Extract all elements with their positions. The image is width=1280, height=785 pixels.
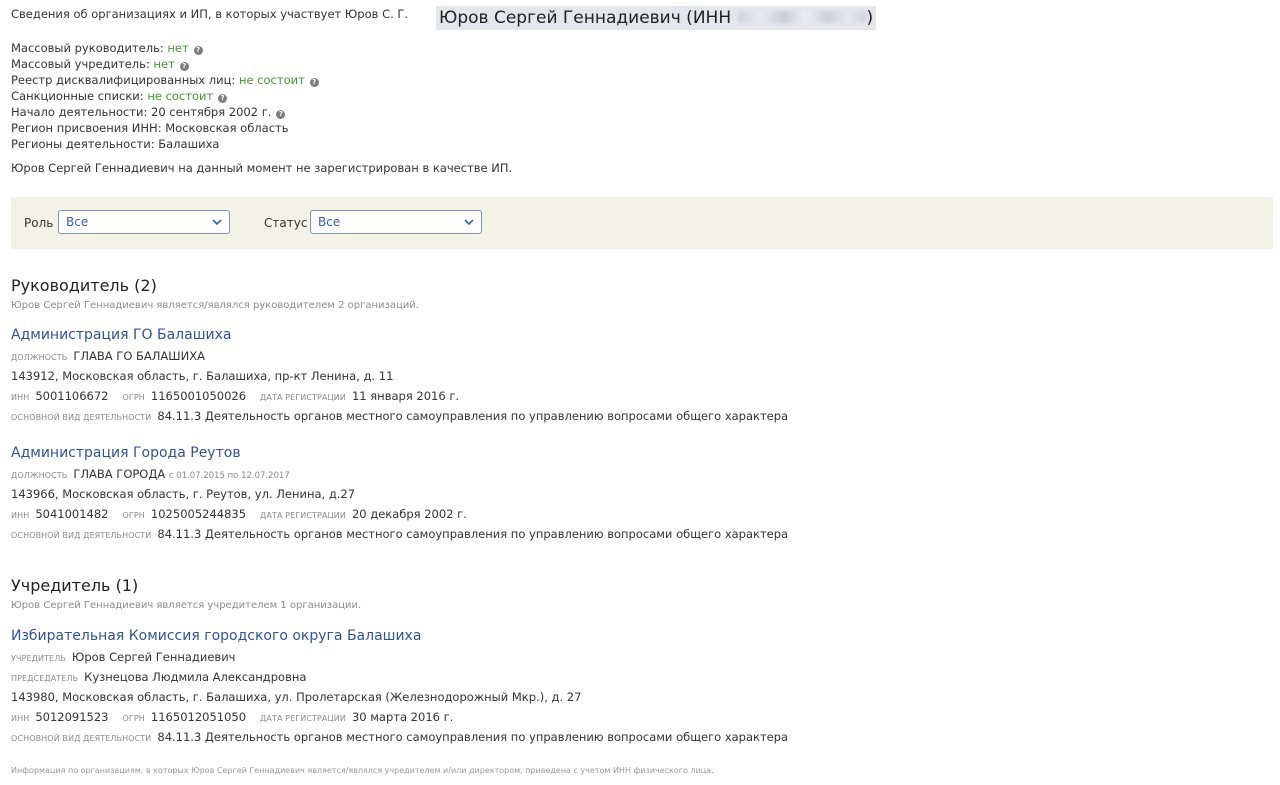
inn-value: 5001106672 bbox=[35, 389, 109, 403]
org-address: 143966, Московская область, г. Реутов, у… bbox=[11, 487, 356, 501]
role-filter-label: Роль bbox=[24, 216, 54, 230]
chair-label: председатель bbox=[11, 674, 79, 683]
reg-date-label: дата регистрации bbox=[260, 714, 346, 723]
section-subtitle-founder: Юров Сергей Геннадиевич является учредит… bbox=[11, 600, 362, 611]
org-address: 143912, Московская область, г. Балашиха,… bbox=[11, 369, 394, 383]
activity-label: основной вид деятельности bbox=[11, 413, 152, 422]
org-founder-row: учредитель Юров Сергей Геннадиевич bbox=[11, 647, 1011, 667]
fact-mass-founder: Массовый учредитель: нет? bbox=[11, 56, 319, 72]
person-title: Юров Сергей Геннадиевич (ИНН ) bbox=[436, 6, 877, 30]
ogrn-value: 1025005244835 bbox=[150, 507, 247, 521]
section-subtitle-head: Юров Сергей Геннадиевич является/являлся… bbox=[11, 300, 419, 311]
fact-label: Массовый учредитель: bbox=[11, 57, 154, 71]
org-activity-row: основной вид деятельности 84.11.3 Деятель… bbox=[11, 524, 1011, 544]
inn-label: инн bbox=[11, 714, 30, 723]
reg-date-label: дата регистрации bbox=[260, 393, 346, 402]
reg-date-label: дата регистрации bbox=[260, 511, 346, 520]
reg-date-value: 30 марта 2016 г. bbox=[351, 710, 454, 724]
reg-date-value: 20 декабря 2002 г. bbox=[351, 507, 467, 521]
help-icon[interactable]: ? bbox=[309, 78, 319, 87]
position-value: ГЛАВА ГОРОДА bbox=[73, 467, 166, 481]
chair-value: Кузнецова Людмила Александровна bbox=[84, 670, 307, 684]
activity-value: 84.11.3 Деятельность органов местного са… bbox=[157, 527, 789, 541]
founder-value: Юров Сергей Геннадиевич bbox=[71, 650, 236, 664]
status-select-value: Все bbox=[318, 215, 341, 229]
position-label: должность bbox=[11, 353, 68, 362]
position-period: с 01.07.2015 по 12.07.2017 bbox=[168, 471, 290, 481]
person-title-close: ) bbox=[866, 8, 874, 28]
position-value: ГЛАВА ГО БАЛАШИХА bbox=[73, 349, 205, 363]
fact-label: Регионы деятельности: bbox=[11, 137, 159, 151]
help-icon[interactable]: ? bbox=[276, 110, 286, 119]
org-position-row: должность ГЛАВА ГОРОДА с 01.07.2015 по 12… bbox=[11, 464, 1011, 484]
fact-value: Московская область bbox=[165, 121, 289, 135]
person-name: Юров Сергей Геннадиевич (ИНН bbox=[439, 8, 732, 28]
fact-label: Санкционные списки: bbox=[11, 89, 148, 103]
fact-label: Регион присвоения ИНН: bbox=[11, 121, 166, 135]
role-select[interactable]: Все bbox=[58, 210, 230, 234]
activity-value: 84.11.3 Деятельность органов местного са… bbox=[157, 409, 789, 423]
org-position-row: должность ГЛАВА ГО БАЛАШИХА bbox=[11, 346, 1011, 366]
ogrn-label: огрн bbox=[122, 393, 145, 402]
fact-value: 20 сентября 2002 г. bbox=[151, 105, 272, 119]
activity-label: основной вид деятельности bbox=[11, 531, 152, 540]
fact-label: Реестр дисквалифицированных лиц: bbox=[11, 73, 239, 87]
fact-value: не состоит bbox=[238, 73, 305, 87]
footnote: Информация по организациям, в которых Юр… bbox=[11, 766, 714, 775]
activity-label: основной вид деятельности bbox=[11, 734, 152, 743]
inn-value: 5041001482 bbox=[35, 507, 109, 521]
chevron-down-icon bbox=[464, 219, 474, 226]
fact-activity-regions: Регионы деятельности: Балашиха bbox=[11, 136, 319, 152]
org-link[interactable]: Избирательная Комиссия городского округа… bbox=[11, 625, 1011, 647]
help-icon[interactable]: ? bbox=[179, 62, 189, 71]
status-select[interactable]: Все bbox=[310, 210, 482, 234]
help-icon[interactable]: ? bbox=[218, 94, 228, 103]
fact-inn-region: Регион присвоения ИНН: Московская област… bbox=[11, 120, 319, 136]
org-ids-row: инн 5012091523 огрн 1165012051050 дата регис… bbox=[11, 707, 1011, 727]
section-title-founder: Учредитель (1) bbox=[11, 576, 139, 595]
filter-bar: Роль Все Статус Все bbox=[11, 197, 1273, 249]
fact-label: Начало деятельности: bbox=[11, 105, 152, 119]
founder-label: учредитель bbox=[11, 654, 66, 663]
org-card: Администрация ГО Балашиха должность ГЛАВА… bbox=[11, 324, 1011, 426]
status-filter-label: Статус bbox=[264, 216, 308, 230]
inn-label: инн bbox=[11, 393, 30, 402]
org-link[interactable]: Администрация Города Реутов bbox=[11, 442, 1011, 464]
ogrn-label: огрн bbox=[122, 714, 145, 723]
fact-sanctions: Санкционные списки: не состоит? bbox=[11, 88, 319, 104]
ogrn-label: огрн bbox=[122, 511, 145, 520]
activity-value: 84.11.3 Деятельность органов местного са… bbox=[157, 730, 789, 744]
org-address: 143980, Московская область, г. Балашиха,… bbox=[11, 690, 582, 704]
org-card: Администрация Города Реутов должность ГЛА… bbox=[11, 442, 1011, 544]
org-link[interactable]: Администрация ГО Балашиха bbox=[11, 324, 1011, 346]
org-card: Избирательная Комиссия городского округа… bbox=[11, 625, 1011, 747]
facts-list: Массовый руководитель: нет? Массовый учр… bbox=[11, 40, 319, 152]
org-activity-row: основной вид деятельности 84.11.3 Деятель… bbox=[11, 727, 1011, 747]
not-ip-note: Юров Сергей Геннадиевич на данный момент… bbox=[11, 161, 513, 175]
inn-value: 5012091523 bbox=[35, 710, 109, 724]
org-ids-row: инн 5041001482 огрн 1025005244835 дата регис… bbox=[11, 504, 1011, 524]
org-activity-row: основной вид деятельности 84.11.3 Деятель… bbox=[11, 406, 1011, 426]
org-chair-row: председатель Кузнецова Людмила Александро… bbox=[11, 667, 1011, 687]
fact-value: Балашиха bbox=[158, 137, 220, 151]
fact-start-date: Начало деятельности: 20 сентября 2002 г.… bbox=[11, 104, 319, 120]
help-icon[interactable]: ? bbox=[193, 46, 203, 55]
ogrn-value: 1165012051050 bbox=[150, 710, 247, 724]
fact-mass-director: Массовый руководитель: нет? bbox=[11, 40, 319, 56]
inn-label: инн bbox=[11, 511, 30, 520]
ogrn-value: 1165001050026 bbox=[150, 389, 247, 403]
page-intro: Сведения об организациях и ИП, в которых… bbox=[11, 7, 409, 21]
fact-value: нет bbox=[153, 57, 175, 71]
fact-label: Массовый руководитель: bbox=[11, 41, 168, 55]
position-label: должность bbox=[11, 471, 68, 480]
role-select-value: Все bbox=[66, 215, 89, 229]
blurred-inn bbox=[737, 11, 866, 23]
fact-value: нет bbox=[167, 41, 189, 55]
fact-disqualified: Реестр дисквалифицированных лиц: не сост… bbox=[11, 72, 319, 88]
chevron-down-icon bbox=[212, 219, 222, 226]
section-title-head: Руководитель (2) bbox=[11, 276, 157, 295]
reg-date-value: 11 января 2016 г. bbox=[351, 389, 460, 403]
org-ids-row: инн 5001106672 огрн 1165001050026 дата регис… bbox=[11, 386, 1011, 406]
fact-value: не состоит bbox=[147, 89, 214, 103]
